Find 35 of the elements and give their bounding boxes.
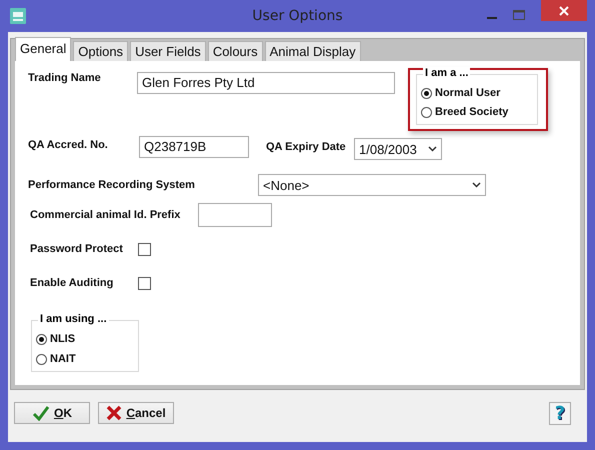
- checkbox[interactable]: [138, 276, 151, 290]
- chevron-icon: [428, 146, 437, 152]
- tab[interactable]: General: [15, 37, 72, 62]
- radio-option[interactable]: NAIT: [36, 351, 132, 367]
- field-label: QA Expiry Date: [266, 140, 347, 153]
- dropdown[interactable]: <None>: [258, 174, 486, 196]
- date-dropdown[interactable]: 1/08/2003: [354, 138, 442, 160]
- field-label: Performance Recording System: [28, 179, 196, 191]
- field-label: Commercial animal Id. Prefix: [29, 209, 182, 221]
- app-icon: [10, 8, 26, 24]
- dialog-button[interactable]: OK: [14, 402, 90, 424]
- input-field[interactable]: Q238719B: [139, 136, 249, 158]
- checkbox[interactable]: [138, 242, 151, 256]
- checkbox-label: Password Protect: [29, 243, 124, 255]
- group-title: I am using ...: [38, 313, 109, 325]
- field-label: QA Accred. No.: [28, 138, 109, 151]
- radio-option[interactable]: NLIS: [36, 331, 132, 347]
- input-field[interactable]: Glen Forres Pty Ltd: [137, 72, 395, 94]
- tab[interactable]: Colours: [208, 41, 263, 61]
- field-label: Trading Name: [28, 72, 102, 84]
- close-button[interactable]: [541, 0, 587, 21]
- window-title: User Options: [252, 8, 343, 24]
- group-title: I am a ...: [423, 67, 470, 79]
- dialog-button[interactable]: Cancel: [98, 402, 174, 424]
- chevron-icon: [472, 182, 481, 188]
- radio-option[interactable]: Breed Society: [421, 104, 531, 120]
- checkmark-icon: [32, 405, 50, 421]
- checkbox-label: Enable Auditing: [29, 277, 114, 289]
- tab[interactable]: Options: [73, 41, 128, 61]
- input-field[interactable]: [198, 203, 272, 227]
- cross-icon: [106, 405, 122, 421]
- tab[interactable]: Animal Display: [264, 41, 361, 61]
- radio-option[interactable]: Normal User: [421, 85, 531, 101]
- close-icon: [559, 6, 569, 16]
- tab[interactable]: User Fields: [130, 41, 206, 61]
